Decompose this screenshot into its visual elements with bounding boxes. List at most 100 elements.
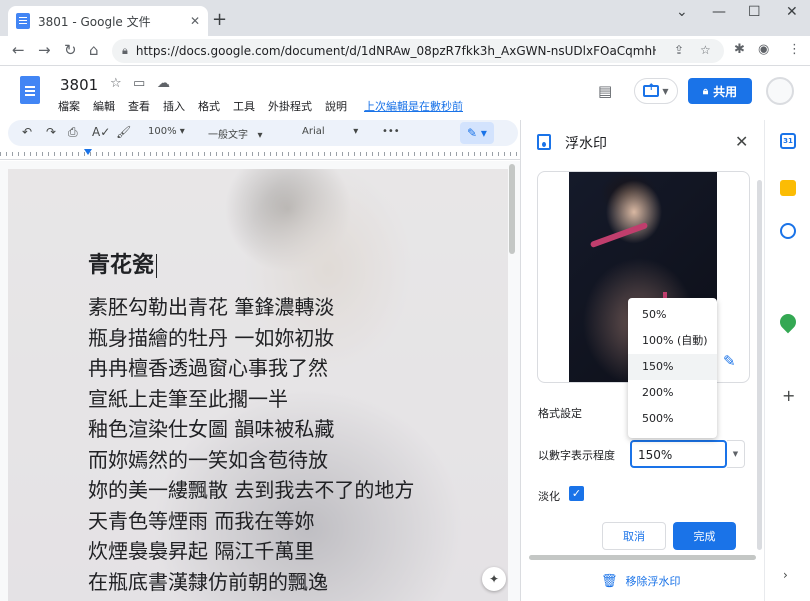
lyric-line: 冉冉檀香透過窗心事我了然 xyxy=(88,356,328,380)
format-label: 格式設定 xyxy=(538,407,582,420)
lyric-line: 釉色渲染仕女圖 韻味被私藏 xyxy=(88,417,335,441)
lyric-line: 宣紙上走筆至此擱一半 xyxy=(88,386,288,411)
print-icon[interactable]: ⎙ xyxy=(68,125,78,140)
pencil-icon: ✎ ▾ xyxy=(467,126,487,140)
document-heading[interactable]: 青花瓷 xyxy=(88,247,158,279)
lock-icon[interactable]: 🔒︎ xyxy=(122,44,128,58)
home-icon[interactable]: ⌂ xyxy=(89,41,99,59)
panel-horizontal-scrollbar[interactable] xyxy=(529,555,756,560)
opacity-option[interactable]: 100% (自動) xyxy=(628,328,717,354)
explore-icon: ✦ xyxy=(488,572,500,586)
browser-menu-icon[interactable]: ⋮ xyxy=(788,42,801,57)
chevron-down-icon: ▼ xyxy=(732,450,739,458)
window-close-icon[interactable]: ✕ xyxy=(786,4,798,20)
address-bar[interactable]: 🔒︎ https://docs.google.com/document/d/1d… xyxy=(112,39,724,63)
tasks-icon[interactable] xyxy=(780,223,796,239)
menu-insert[interactable]: 插入 xyxy=(163,98,185,114)
menu-file[interactable]: 檔案 xyxy=(58,98,80,114)
lyrics-body[interactable]: 素胚勾勒出青花 筆鋒濃轉淡 瓶身描繪的牡丹 一如妳初妝 冉冉檀香透過窗心事我了然… xyxy=(88,292,414,597)
share-page-icon[interactable]: ⇪ xyxy=(674,43,684,57)
ruler[interactable] xyxy=(0,148,520,160)
lyric-line: 在瓶底書漢隸仿前朝的飄逸 xyxy=(88,569,328,594)
paint-format-icon[interactable]: 🖌︎ xyxy=(116,125,131,139)
remove-watermark-button[interactable]: 🗑︎ 移除浮水印 xyxy=(601,573,681,589)
opacity-input[interactable]: 150% xyxy=(630,440,727,468)
reload-icon[interactable]: ↻ xyxy=(64,41,77,59)
menu-addons[interactable]: 外掛程式 xyxy=(268,98,312,114)
fade-label: 淡化 xyxy=(538,490,560,503)
trash-icon: 🗑︎ xyxy=(601,573,618,589)
fade-checkbox[interactable]: ✓ xyxy=(569,486,584,501)
panel-vertical-scrollbar[interactable] xyxy=(757,180,762,550)
menu-edit[interactable]: 編輯 xyxy=(93,98,115,114)
explore-button[interactable]: ✦ xyxy=(482,567,506,591)
avatar[interactable] xyxy=(766,77,794,105)
back-icon[interactable]: ← xyxy=(12,41,25,59)
expand-panel-icon[interactable]: › xyxy=(783,568,788,582)
last-edit-link[interactable]: 上次編輯是在數秒前 xyxy=(364,98,463,114)
watermark-icon xyxy=(537,134,551,150)
profile-icon[interactable]: ◉ xyxy=(758,42,769,57)
document-page[interactable]: 青花瓷 素胚勾勒出青花 筆鋒濃轉淡 瓶身描繪的牡丹 一如妳初妝 冉冉檀香透過窗心… xyxy=(8,169,508,601)
cloud-status-icon[interactable]: ☁ xyxy=(157,76,170,91)
style-value: 一般文字 xyxy=(208,130,248,141)
heading-text: 青花瓷 xyxy=(88,253,155,278)
close-icon[interactable]: ✕ xyxy=(735,132,748,151)
window-minimize-icon[interactable]: — xyxy=(712,4,726,20)
extensions-icon[interactable]: ✱ xyxy=(734,42,745,57)
opacity-dropdown-button[interactable]: ▼ xyxy=(727,440,745,468)
opacity-option[interactable]: 500% xyxy=(628,406,717,432)
lyric-line: 炊煙裊裊昇起 隔江千萬里 xyxy=(88,539,315,563)
document-title[interactable]: 3801 xyxy=(60,76,98,94)
window-collapse-icon[interactable]: ⌄ xyxy=(676,4,688,20)
tab-title: 3801 - Google 文件 xyxy=(38,14,151,29)
menu-tools[interactable]: 工具 xyxy=(233,98,255,114)
share-button[interactable]: 🔒︎ 共用 xyxy=(688,78,752,104)
lyric-line: 瓶身描繪的牡丹 一如妳初妝 xyxy=(88,325,335,350)
present-button[interactable]: ▼ xyxy=(634,78,678,104)
indent-marker-icon[interactable] xyxy=(84,149,92,155)
bookmark-star-icon[interactable]: ☆ xyxy=(700,43,711,57)
forward-icon[interactable]: → xyxy=(38,41,51,59)
lock-icon: 🔒︎ xyxy=(702,85,709,97)
tab-close-icon[interactable]: ✕ xyxy=(190,14,200,28)
star-icon[interactable]: ☆ xyxy=(110,76,122,91)
url-text: https://docs.google.com/document/d/1dNRA… xyxy=(135,44,656,58)
move-folder-icon[interactable]: ▭ xyxy=(133,76,145,91)
cancel-button[interactable]: 取消 xyxy=(602,522,666,550)
maps-icon[interactable] xyxy=(776,310,800,334)
browser-toolbar: ← → ↻ ⌂ 🔒︎ https://docs.google.com/docum… xyxy=(0,36,810,66)
redo-icon[interactable]: ↷ xyxy=(46,125,56,139)
add-addon-icon[interactable]: + xyxy=(782,386,795,405)
document-canvas: 青花瓷 素胚勾勒出青花 筆鋒濃轉淡 瓶身描繪的牡丹 一如妳初妝 冉冉檀香透過窗心… xyxy=(0,161,520,601)
new-tab-icon[interactable]: + xyxy=(212,9,227,30)
docs-favicon-icon xyxy=(16,13,30,29)
editing-mode-button[interactable]: ✎ ▾ xyxy=(460,122,494,144)
spellcheck-icon[interactable]: A✓ xyxy=(92,125,110,139)
zoom-value: 100% xyxy=(148,126,177,137)
calendar-icon[interactable]: 31 xyxy=(780,133,796,149)
document-scrollbar[interactable] xyxy=(509,164,515,254)
done-button[interactable]: 完成 xyxy=(673,522,736,550)
panel-title: 浮水印 xyxy=(565,136,607,152)
font-select[interactable]: Arial ▾ xyxy=(302,126,358,137)
browser-tab[interactable]: 3801 - Google 文件 ✕ xyxy=(8,6,208,36)
menu-bar: 檔案 編輯 查看 插入 格式 工具 外掛程式 說明 xyxy=(58,98,360,114)
zoom-select[interactable]: 100% ▾ xyxy=(148,126,185,137)
style-select[interactable]: 一般文字 ▾ xyxy=(208,126,263,141)
more-tools-button[interactable]: ••• xyxy=(382,126,400,137)
comment-history-icon[interactable]: ▤ xyxy=(598,82,612,100)
menu-help[interactable]: 說明 xyxy=(325,98,347,114)
menu-view[interactable]: 查看 xyxy=(128,98,150,114)
menu-format[interactable]: 格式 xyxy=(198,98,220,114)
undo-icon[interactable]: ↶ xyxy=(22,125,32,139)
edit-image-icon[interactable]: ✎ xyxy=(723,352,736,370)
docs-logo-icon[interactable] xyxy=(20,76,40,104)
opacity-option-selected[interactable]: 150% xyxy=(628,354,717,380)
window-maximize-icon[interactable]: ☐ xyxy=(748,4,761,20)
share-label: 共用 xyxy=(713,84,738,99)
opacity-option[interactable]: 50% xyxy=(628,302,717,328)
opacity-option[interactable]: 200% xyxy=(628,380,717,406)
opacity-label: 以數字表示程度 xyxy=(538,449,615,462)
keep-icon[interactable] xyxy=(780,180,796,196)
